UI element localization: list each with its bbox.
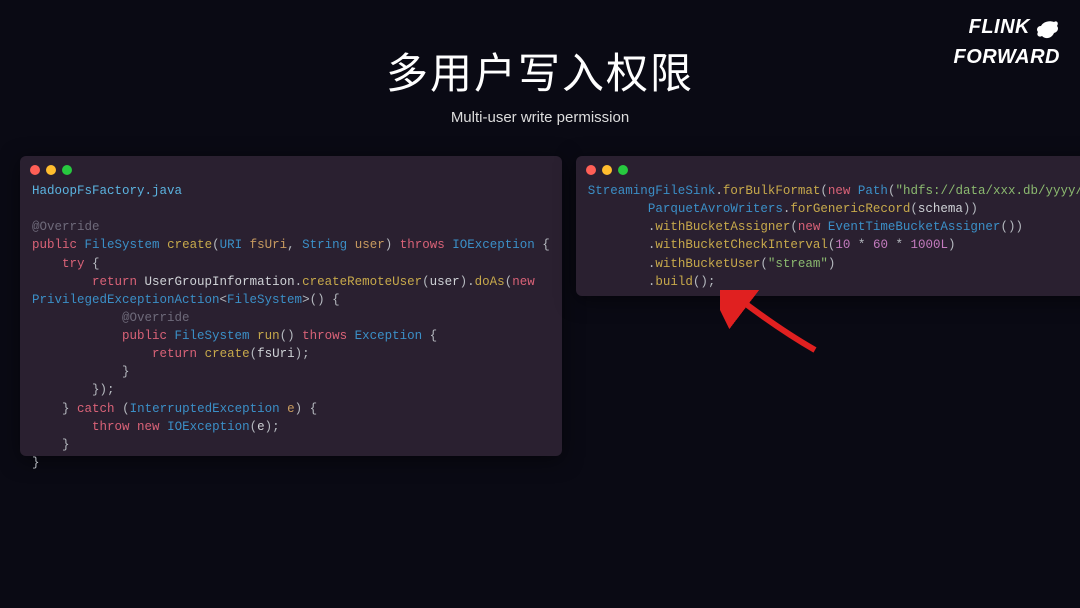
logo-line2: FORWARD bbox=[954, 46, 1060, 68]
logo-line1: FLINK bbox=[969, 16, 1030, 38]
code-window-right: StreamingFileSink.forBulkFormat(new Path… bbox=[576, 156, 1080, 296]
minimize-icon bbox=[46, 165, 56, 175]
squirrel-icon bbox=[1034, 18, 1060, 48]
slide-title-block: 多用户写入权限 Multi-user write permission bbox=[0, 0, 1080, 126]
slide-title: 多用户写入权限 bbox=[0, 40, 1080, 101]
code-window-left: HadoopFsFactory.java @Override public Fi… bbox=[20, 156, 562, 456]
window-controls bbox=[20, 156, 562, 180]
code-panes: HadoopFsFactory.java @Override public Fi… bbox=[0, 136, 1080, 476]
code-left: HadoopFsFactory.java @Override public Fi… bbox=[20, 180, 562, 484]
maximize-icon bbox=[618, 165, 628, 175]
window-controls bbox=[576, 156, 1080, 180]
maximize-icon bbox=[62, 165, 72, 175]
minimize-icon bbox=[602, 165, 612, 175]
slide-subtitle: Multi-user write permission bbox=[0, 109, 1080, 126]
close-icon bbox=[586, 165, 596, 175]
close-icon bbox=[30, 165, 40, 175]
code-right: StreamingFileSink.forBulkFormat(new Path… bbox=[576, 180, 1080, 303]
flink-forward-logo: FLINK FORWARD bbox=[954, 18, 1060, 67]
